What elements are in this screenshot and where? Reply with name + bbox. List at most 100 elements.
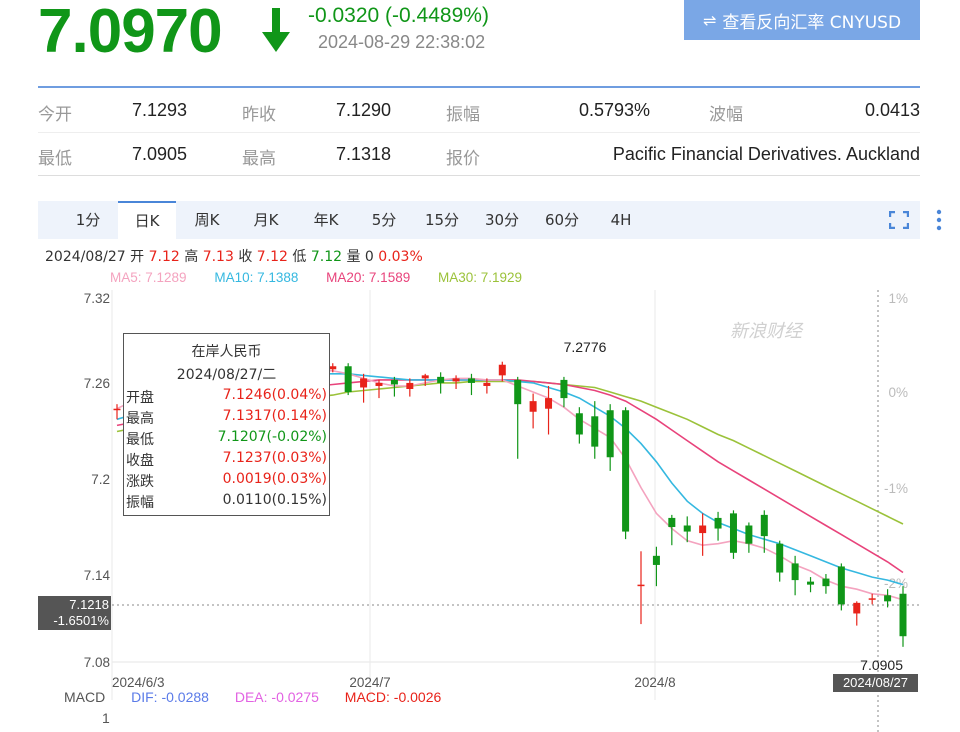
- tooltip-row-label: 涨跌: [126, 474, 154, 490]
- candle-body: [452, 378, 460, 382]
- cursor-price: 7.1218: [69, 597, 109, 612]
- tooltip-row: 振幅 0.0110(0.15%): [126, 492, 327, 513]
- tooltip-row-value: 7.1317(0.14%): [222, 408, 327, 424]
- candle-body: [529, 401, 537, 412]
- y-tick-label: 7.2: [91, 472, 110, 487]
- x-tick-label: 2024/6/3: [112, 675, 165, 690]
- quote-timestamp: 2024-08-29 22:38:02: [318, 32, 486, 52]
- quote-row: 最低 7.0905 最高 7.1318 报价 Pacific Financial…: [38, 132, 920, 176]
- reverse-rate-button[interactable]: ⇌ 查看反向汇率 CNYUSD: [684, 0, 920, 40]
- period-high-label: 7.2776: [564, 339, 607, 355]
- quote-label: 今开: [38, 105, 72, 125]
- tab-5min[interactable]: 5分: [364, 201, 404, 239]
- tab-1min[interactable]: 1分: [68, 201, 108, 239]
- candle-body: [591, 416, 599, 447]
- quote-label: 最低: [38, 149, 72, 169]
- candle-body: [729, 513, 737, 553]
- tooltip-row: 开盘 7.1246(0.04%): [126, 387, 327, 408]
- candle-body: [375, 382, 383, 386]
- ohlc-date: 2024/08/27: [45, 249, 126, 265]
- candle-body: [699, 525, 707, 534]
- tooltip-row: 涨跌 0.0019(0.03%): [126, 471, 327, 492]
- y-tick-label: 7.14: [84, 568, 111, 583]
- tooltip-row: 收盘 7.1237(0.03%): [126, 450, 327, 471]
- ma10-label: MA10: 7.1388: [214, 270, 299, 285]
- tab-weekly-k[interactable]: 周K: [186, 201, 228, 239]
- tab-monthly-k[interactable]: 月K: [245, 201, 287, 239]
- pct-tick-label: 0%: [888, 385, 908, 400]
- quote-value: 7.0905: [132, 144, 188, 164]
- tooltip-row-value: 7.1207(-0.02%): [217, 429, 327, 445]
- macd-title: MACD: [64, 689, 106, 705]
- y-tick-label: 7.26: [84, 376, 110, 391]
- ohlc-summary: 2024/08/27 开 7.12 高 7.13 收 7.12 低 7.12 量…: [45, 246, 423, 266]
- candle-body: [560, 379, 568, 399]
- macd-dif: DIF: -0.0288: [131, 689, 209, 705]
- ohlc-close-label: 收: [238, 249, 253, 265]
- candle-body: [822, 578, 830, 587]
- candle-body: [360, 378, 368, 388]
- quote-label: 最高: [242, 149, 276, 169]
- reverse-rate-label: 查看反向汇率 CNYUSD: [722, 12, 902, 33]
- candle-body: [868, 598, 876, 600]
- ohlc-open-label: 开: [130, 249, 145, 265]
- tab-15min[interactable]: 15分: [420, 201, 464, 239]
- candle-body: [390, 379, 398, 385]
- tooltip-row-value: 7.1237(0.03%): [222, 450, 327, 466]
- ohlc-vol: 0: [364, 249, 374, 265]
- candle-body: [406, 382, 414, 389]
- macd-legend: MACD DIF: -0.0288 DEA: -0.0275 MACD: -0.…: [64, 689, 463, 705]
- ohlc-pct: 0.03%: [378, 249, 423, 265]
- candle-body: [545, 398, 553, 409]
- candle-body: [668, 517, 676, 528]
- quote-value: 7.1293: [132, 100, 188, 120]
- macd-value: MACD: -0.0026: [344, 689, 442, 705]
- swap-icon: ⇌: [702, 10, 717, 30]
- candle-body: [837, 566, 845, 605]
- ma-legend: MA5: 7.1289 MA10: 7.1388 MA20: 7.1589 MA…: [110, 270, 546, 285]
- tab-4h[interactable]: 4H: [603, 201, 639, 239]
- pct-tick-label: -1%: [884, 481, 908, 496]
- macd-dea: DEA: -0.0275: [234, 689, 319, 705]
- tab-daily-k[interactable]: 日K: [118, 201, 176, 239]
- tab-30min[interactable]: 30分: [480, 201, 524, 239]
- candle-body: [483, 382, 491, 386]
- candle-body: [899, 593, 907, 637]
- candle-body: [637, 584, 645, 587]
- candle-body: [498, 364, 506, 376]
- macd-axis-label: 1: [102, 710, 110, 726]
- candle-body: [467, 378, 475, 383]
- candle-body: [329, 366, 337, 370]
- candle-body: [884, 595, 892, 602]
- quote-table: 今开 7.1293 昨收 7.1290 振幅 0.5793% 波幅 0.0413…: [38, 86, 920, 176]
- y-tick-label: 7.32: [84, 291, 110, 306]
- quote-value: 0.0413: [864, 100, 920, 120]
- tooltip-row-label: 振幅: [126, 495, 154, 511]
- cursor-pct: -1.6501%: [53, 613, 109, 628]
- tooltip-row-value: 7.1246(0.04%): [222, 387, 327, 403]
- x-tick-label: 2024/8: [634, 675, 675, 690]
- candle-body: [714, 517, 722, 529]
- ohlc-low: 7.12: [310, 249, 343, 265]
- tooltip-row-value: 0.0019(0.03%): [222, 471, 327, 487]
- candle-tooltip: 在岸人民币 2024/08/27/二 开盘 7.1246(0.04%) 最高 7.1…: [123, 333, 330, 516]
- ohlc-high-label: 高: [184, 249, 199, 265]
- candle-body: [807, 581, 815, 585]
- tooltip-row-label: 最低: [126, 432, 154, 448]
- ohlc-high: 7.13: [202, 249, 234, 265]
- quote-label: 振幅: [446, 105, 480, 125]
- tab-yearly-k[interactable]: 年K: [305, 201, 347, 239]
- candle-body: [575, 413, 583, 435]
- period-tabs: 1分 日K 周K 月K 年K 5分 15分 30分 60分 4H: [38, 201, 942, 239]
- expand-icon[interactable]: [889, 211, 909, 229]
- down-arrow-icon: [262, 8, 290, 52]
- cursor-date-tag: 2024/08/27: [833, 674, 918, 692]
- tab-60min[interactable]: 60分: [540, 201, 584, 239]
- x-tick-label: 2024/7: [349, 675, 390, 690]
- cursor-price-tag: 7.1218 -1.6501%: [38, 596, 111, 630]
- quote-value: Pacific Financial Derivatives. Auckland: [612, 144, 920, 164]
- more-vertical-icon[interactable]: [936, 209, 942, 231]
- candle-body: [791, 563, 799, 581]
- ohlc-low-label: 低: [292, 249, 307, 265]
- ma20-label: MA20: 7.1589: [326, 270, 411, 285]
